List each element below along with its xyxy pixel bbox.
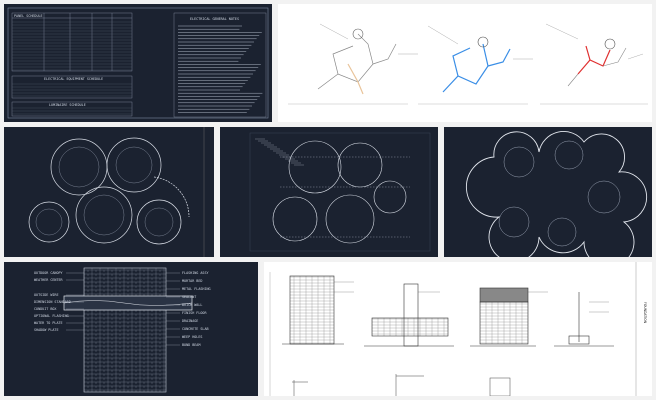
floor-plan-drawing-3 (465, 131, 648, 257)
foundation-vertical-label: FOUNDATION (643, 302, 647, 324)
wall-left-label: OUTDOOR CANOPY (34, 271, 63, 275)
wall-right-label: CONCRETE SLAB (182, 327, 209, 331)
wall-right-label: WEEP HOLES (182, 335, 202, 339)
wall-left-label: DIMENSION STANDARD (34, 300, 71, 304)
foundation-details-thumbnail[interactable]: FOUNDATION (264, 262, 652, 396)
floor-plan-thumbnail-1[interactable] (4, 127, 214, 257)
wall-left-label: OUTSIDE WIRE (34, 293, 59, 297)
wall-left-label: OPTIONAL FLASHING (34, 314, 69, 318)
wall-right-label: DRAINAGE (182, 319, 198, 323)
general-notes-title: ELECTRICAL GENERAL NOTES (190, 17, 239, 21)
wall-left-label: WEATHER CENTER (34, 278, 64, 282)
floor-plan-thumbnail-3[interactable] (444, 127, 652, 257)
isometric-drawing (288, 23, 648, 105)
panel-schedule-header: PANEL SCHEDULE (14, 14, 43, 18)
wall-right-label: MORTAR BED (182, 279, 202, 283)
equipment-schedule-title: ELECTRICAL EQUIPMENT SCHEDULE (44, 77, 103, 81)
wall-right-label: FINISH FLOOR (182, 311, 207, 315)
luminaire-schedule-title: LUMINAIRE SCHEDULE (49, 103, 86, 107)
wall-right-label: BOND BEAM (182, 343, 200, 347)
wall-section-drawing: OUTDOOR CANOPY WEATHER CENTER OUTSIDE WIRE… (34, 267, 211, 393)
schedule-drawing: PANEL SCHEDULE ELECTRICAL EQUIPMENT SCHE… (7, 7, 269, 119)
foundation-drawing: FOUNDATION (269, 262, 647, 396)
floor-plan-drawing-1 (28, 127, 205, 257)
wall-right-label: METAL FLASHING (182, 287, 211, 291)
wall-left-label: SHADOW PLATE (34, 328, 59, 332)
wall-right-label: BRICK WALL (182, 303, 202, 307)
floor-plan-thumbnail-2[interactable] (220, 127, 438, 257)
wall-right-label: FLASHING ASSY (182, 271, 209, 275)
schedule-sheet-thumbnail[interactable]: PANEL SCHEDULE ELECTRICAL EQUIPMENT SCHE… (4, 4, 272, 122)
floor-plan-drawing-2 (249, 132, 431, 252)
plumbing-isometric-thumbnail[interactable] (278, 4, 652, 122)
wall-right-label: SEALANT (182, 295, 196, 299)
wall-section-thumbnail[interactable]: OUTDOOR CANOPY WEATHER CENTER OUTSIDE WIRE… (4, 262, 258, 396)
wall-left-label: CONDUIT BOX (34, 307, 57, 311)
wall-left-label: WATER TO PLATE (34, 321, 63, 325)
